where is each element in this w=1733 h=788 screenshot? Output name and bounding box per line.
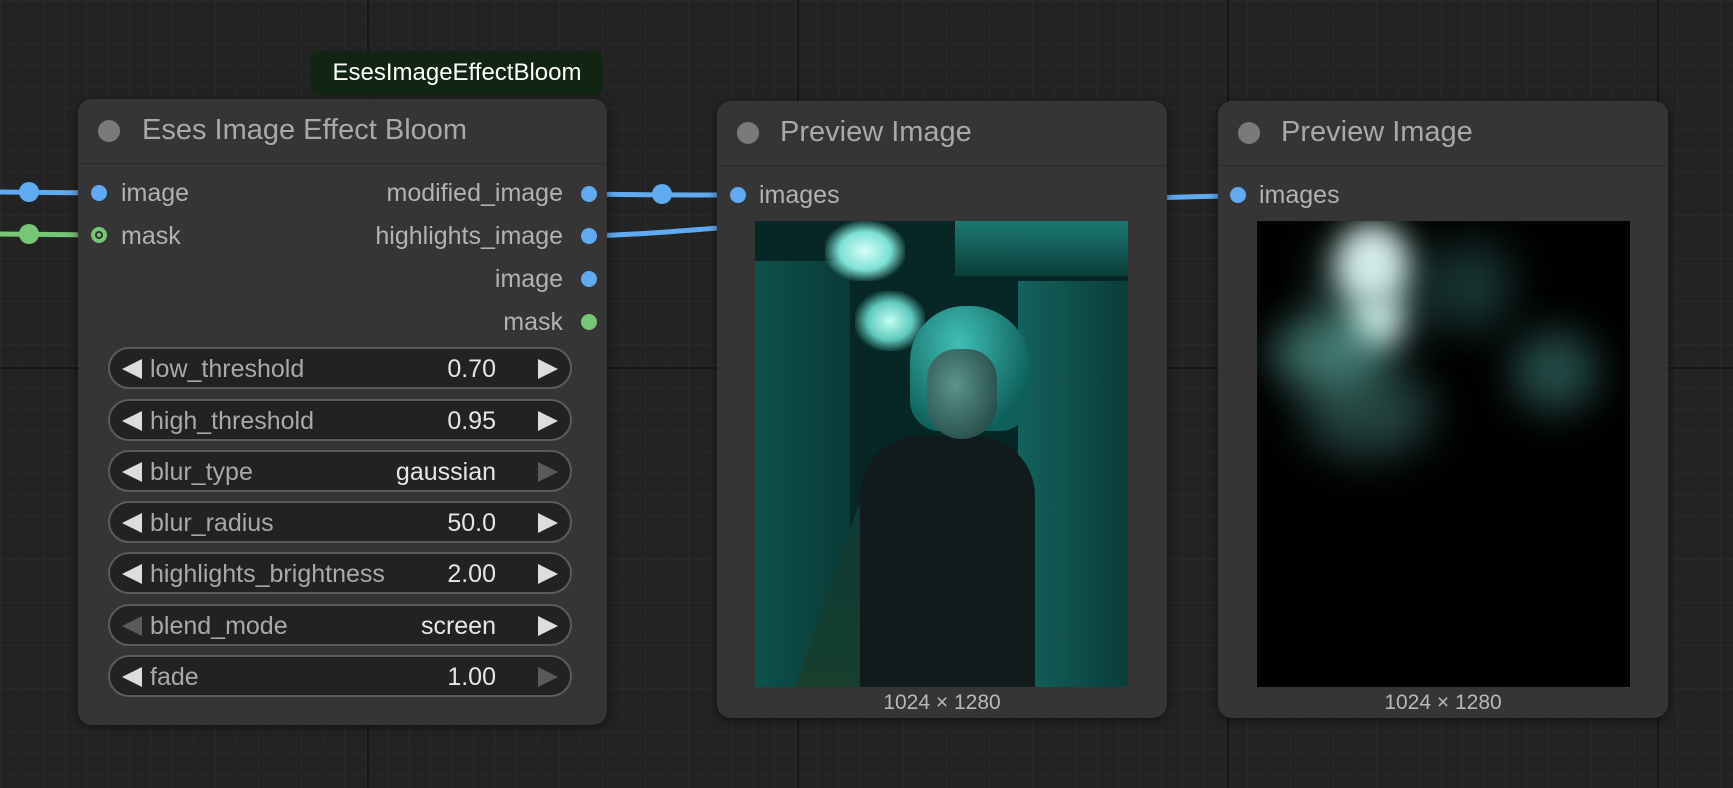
preview-node-header[interactable]: Preview Image	[717, 101, 1167, 166]
mask-link-reroute-dot	[19, 224, 39, 244]
decrement-arrow-icon[interactable]	[122, 411, 142, 431]
widget-value: gaussian	[395, 458, 496, 486]
widget-high-threshold[interactable]: high_threshold 0.95	[108, 399, 572, 441]
output-slot-mask-dot[interactable]	[581, 314, 597, 330]
output-slot-modified-image-label: modified_image	[386, 179, 564, 207]
widget-highlights-brightness[interactable]: highlights_brightness 2.00	[108, 552, 572, 594]
input-slot-images-label: images	[759, 181, 840, 209]
input-slot-images-dot[interactable]	[1230, 187, 1246, 203]
widget-blur-radius[interactable]: blur_radius 50.0	[108, 501, 572, 543]
widget-fade[interactable]: fade 1.00	[108, 655, 572, 697]
bloom-node-header[interactable]: Eses Image Effect Bloom	[78, 99, 607, 164]
image-dimensions: 1024 × 1280	[883, 691, 1001, 714]
previous-option-arrow-icon[interactable]	[122, 462, 142, 482]
node-title: Preview Image	[1281, 116, 1473, 148]
modified-image-link-reroute-dot	[652, 184, 672, 204]
widget-low-threshold[interactable]: low_threshold 0.70	[108, 347, 572, 389]
image-link-reroute-dot	[19, 182, 39, 202]
image-dimensions: 1024 × 1280	[1384, 691, 1502, 714]
output-slot-highlights-image-label: highlights_image	[375, 222, 563, 250]
preview-image[interactable]	[755, 221, 1128, 687]
widget-blur-type[interactable]: blur_type gaussian	[108, 450, 572, 492]
input-slot-mask-label: mask	[121, 222, 181, 250]
next-option-arrow-icon[interactable]	[538, 462, 558, 482]
widget-name: blur_radius	[150, 509, 274, 537]
widget-value: 2.00	[447, 560, 496, 588]
decrement-arrow-icon[interactable]	[122, 513, 142, 533]
input-slot-images-label: images	[1259, 181, 1340, 209]
widget-value: 0.95	[447, 407, 496, 435]
increment-arrow-icon[interactable]	[538, 667, 558, 687]
widget-value: 50.0	[447, 509, 496, 537]
preview-node-header[interactable]: Preview Image	[1218, 101, 1668, 166]
output-slot-image-label: image	[494, 265, 563, 293]
widget-name: blend_mode	[150, 612, 288, 640]
input-slot-image-label: image	[121, 179, 190, 207]
decrement-arrow-icon[interactable]	[122, 667, 142, 687]
increment-arrow-icon[interactable]	[538, 513, 558, 533]
decrement-arrow-icon[interactable]	[122, 359, 142, 379]
widget-name: fade	[150, 663, 199, 691]
bloom-node[interactable]: Eses Image Effect Bloom image mask modif…	[78, 99, 607, 725]
increment-arrow-icon[interactable]	[538, 359, 558, 379]
widget-value: screen	[420, 612, 496, 640]
node-title: Preview Image	[780, 116, 972, 148]
widget-blend-mode[interactable]: blend_mode screen	[108, 604, 572, 646]
output-slot-modified-image-dot[interactable]	[581, 186, 597, 202]
modified-image-link	[587, 191, 739, 198]
increment-arrow-icon[interactable]	[538, 564, 558, 584]
input-slot-image-dot[interactable]	[91, 185, 107, 201]
preview-image-node-1[interactable]: Preview Image images 1024 × 1280	[717, 101, 1167, 718]
next-option-arrow-icon[interactable]	[538, 616, 558, 636]
preview-image[interactable]	[1257, 221, 1630, 687]
preview-image-node-2[interactable]: Preview Image images 1024 × 1280	[1218, 101, 1668, 718]
output-slot-mask-label: mask	[503, 308, 563, 336]
increment-arrow-icon[interactable]	[538, 411, 558, 431]
output-slot-image-dot[interactable]	[581, 271, 597, 287]
widget-name: blur_type	[150, 458, 253, 486]
previous-option-arrow-icon[interactable]	[122, 616, 142, 636]
collapse-toggle[interactable]	[1238, 122, 1260, 144]
input-slot-mask-dot[interactable]	[91, 227, 107, 243]
collapse-toggle[interactable]	[737, 122, 759, 144]
widget-value: 0.70	[447, 355, 496, 383]
widget-value: 1.00	[447, 663, 496, 691]
node-title: Eses Image Effect Bloom	[142, 114, 468, 146]
node-type-badge: EsesImageEffectBloom	[311, 51, 603, 95]
widget-name: highlights_brightness	[150, 560, 385, 588]
widget-name: low_threshold	[150, 355, 305, 383]
widget-name: high_threshold	[150, 407, 315, 435]
collapse-toggle[interactable]	[98, 120, 120, 142]
input-slot-images-dot[interactable]	[730, 187, 746, 203]
output-slot-highlights-image-dot[interactable]	[581, 228, 597, 244]
decrement-arrow-icon[interactable]	[122, 564, 142, 584]
